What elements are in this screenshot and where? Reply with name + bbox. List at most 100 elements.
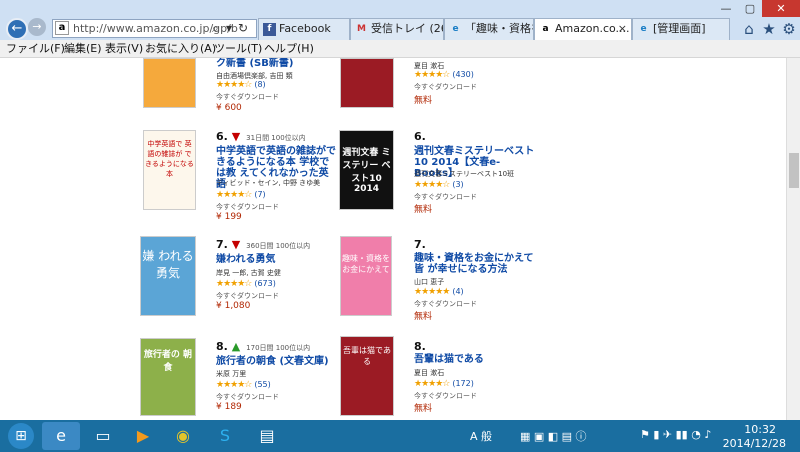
maximize-button[interactable]: ▢ (738, 0, 762, 17)
forward-button[interactable]: → (28, 18, 46, 36)
tab-label: Facebook (279, 22, 331, 35)
star-rating[interactable]: ★★★★★ (4) (414, 287, 464, 297)
star-rating[interactable]: ★★★★☆ (673) (216, 279, 276, 289)
ime-indicator[interactable]: A 般 (470, 428, 492, 444)
star-rating[interactable]: ★★★★☆ (8) (216, 80, 266, 90)
menu-tools[interactable]: ツール(T) (214, 41, 262, 57)
taskbar: ⊞ e ▭ ▶ ◉ S ▤ A 般 ▦ ▣ ◧ ▤ ⓘ ⚑ ▮ ✈ ▮▮ ◔ ♪… (0, 420, 800, 452)
vertical-scrollbar[interactable] (786, 58, 800, 420)
tab-admin[interactable]: e [管理画面] (632, 18, 730, 40)
refresh-icon[interactable]: ↻ (238, 20, 248, 37)
book-title[interactable]: 趣味・資格をお金にかえて皆 が幸せになる方法 (414, 253, 536, 275)
ie-icon: e (452, 24, 459, 34)
tab-inbox[interactable]: M 受信トレイ (26... (350, 18, 444, 40)
review-count[interactable]: (3) (452, 180, 463, 189)
scrollbar-thumb[interactable] (789, 153, 799, 188)
rank-number: 7. ▼ 360日間 100位以内 (216, 238, 311, 251)
book-cover[interactable]: 趣味・資格を お金にかえて (340, 236, 392, 316)
favorites-star-icon[interactable]: ★ (760, 20, 778, 38)
menu-help[interactable]: ヘルプ(H) (264, 41, 314, 57)
book-cover[interactable]: 旅行者の 朝食 (140, 338, 196, 416)
download-text: 今すぐダウンロード (414, 392, 477, 400)
book-cover[interactable] (340, 58, 394, 108)
star-rating[interactable]: ★★★★☆ (3) (414, 180, 464, 190)
back-button[interactable]: ← (6, 18, 28, 40)
rank-number: 8. ▲ 170日間 100位以内 (216, 340, 311, 353)
minimize-button[interactable]: — (714, 0, 738, 17)
tab-amazon[interactable]: a Amazon.co.... × (534, 18, 632, 40)
review-count[interactable]: (55) (254, 380, 270, 389)
star-rating[interactable]: ★★★★☆ (172) (414, 379, 474, 389)
tab-facebook[interactable]: f Facebook (258, 18, 350, 40)
home-icon[interactable]: ⌂ (740, 20, 758, 38)
book-price: ¥ 1,080 (216, 301, 251, 311)
review-count[interactable]: (4) (452, 287, 463, 296)
download-text: 今すぐダウンロード (216, 292, 279, 300)
tray-icons[interactable]: ▦ ▣ ◧ ▤ ⓘ (520, 428, 587, 444)
book-author: 岸見 一郎, 古賀 史健 (216, 269, 281, 277)
close-window-button[interactable]: ✕ (762, 0, 800, 17)
close-tab-icon[interactable]: × (618, 19, 627, 39)
book-author: 夏目 漱石 (414, 369, 445, 377)
explorer-taskbar-icon[interactable]: ▭ (84, 422, 122, 450)
rank-down-icon: ▼ (231, 130, 241, 143)
download-text: 今すぐダウンロード (414, 193, 477, 201)
skype-taskbar-icon[interactable]: S (206, 422, 244, 450)
book-title[interactable]: 旅行者の朝食 (文春文庫) (216, 356, 338, 367)
book-cover[interactable] (143, 58, 196, 108)
menu-favorites[interactable]: お気に入り(A) (145, 41, 216, 57)
amazon-favicon: a (55, 21, 69, 35)
review-count[interactable]: (8) (254, 80, 265, 89)
book-price: ¥ 199 (216, 212, 242, 222)
amazon-icon: a (542, 24, 549, 34)
book-cover[interactable]: 嫌 われる 勇気 (140, 236, 196, 316)
book-price: 無料 (414, 205, 433, 215)
browser-chrome: ← → http://www.amazon.co.jp/gp/b a ⌕ ▾ ↻… (0, 0, 800, 40)
book-price: 無料 (414, 96, 433, 106)
book-title[interactable]: 吾輩は猫である (414, 354, 536, 365)
review-count[interactable]: (673) (254, 279, 276, 288)
review-count[interactable]: (172) (452, 379, 474, 388)
clock-time[interactable]: 10:32 (744, 423, 776, 436)
star-rating[interactable]: ★★★★☆ (430) (414, 70, 474, 80)
book-title[interactable]: 嫌われる勇気 (216, 254, 338, 265)
book-author: 週刊文春ミステリーベスト10班 (414, 170, 515, 178)
clock-date[interactable]: 2014/12/28 (723, 437, 786, 450)
rank-up-icon: ▲ (231, 340, 241, 353)
book-price: ¥ 600 (216, 103, 242, 113)
app-taskbar-icon[interactable]: ▤ (248, 422, 286, 450)
media-player-taskbar-icon[interactable]: ▶ (124, 422, 162, 450)
system-tray-icons[interactable]: ⚑ ▮ ✈ ▮▮ ◔ ♪ (640, 428, 711, 441)
menu-view[interactable]: 表示(V) (105, 41, 143, 57)
chrome-taskbar-icon[interactable]: ◉ (164, 422, 202, 450)
download-text: 今すぐダウンロード (414, 83, 477, 91)
tab-hobby[interactable]: e 「趣味・資格を... (444, 18, 534, 40)
menu-file[interactable]: ファイル(F) (6, 41, 65, 57)
book-title[interactable]: ク新書 (SB新書) (216, 58, 336, 69)
star-rating[interactable]: ★★★★☆ (55) (216, 380, 271, 390)
rank-down-icon: ▼ (231, 238, 241, 251)
book-cover[interactable]: 吾輩は猫である (340, 336, 394, 416)
review-count[interactable]: (7) (254, 190, 265, 199)
download-text: 今すぐダウンロード (414, 300, 477, 308)
tab-label: 受信トレイ (26... (371, 22, 443, 35)
menu-edit[interactable]: 編集(E) (64, 41, 102, 57)
menu-bar: ファイル(F) 編集(E) 表示(V) お気に入り(A) ツール(T) ヘルプ(… (0, 40, 800, 58)
mail-icon: M (357, 24, 366, 34)
book-price: 無料 (414, 312, 433, 322)
book-cover[interactable]: 中学英語で 英語の雑誌が できるようになる本 (143, 130, 196, 210)
star-rating[interactable]: ★★★★☆ (7) (216, 190, 266, 200)
start-button[interactable]: ⊞ (8, 423, 34, 449)
ie-icon: e (640, 24, 647, 34)
ie-taskbar-icon[interactable]: e (42, 422, 80, 450)
rank-number: 6. ▼ 31日間 100位以内 (216, 130, 306, 143)
rank-number: 7. (414, 238, 426, 251)
dropdown-icon[interactable]: ▾ (226, 20, 232, 37)
settings-gear-icon[interactable]: ⚙ (780, 20, 798, 38)
rank-number: 8. (414, 340, 426, 353)
download-text: 今すぐダウンロード (216, 203, 279, 211)
review-count[interactable]: (430) (452, 70, 474, 79)
book-cover[interactable]: 週刊文春 ミステリー ベスト10 2014 (339, 130, 394, 210)
search-icon[interactable]: ⌕ (212, 20, 219, 37)
book-price: 無料 (414, 404, 433, 414)
